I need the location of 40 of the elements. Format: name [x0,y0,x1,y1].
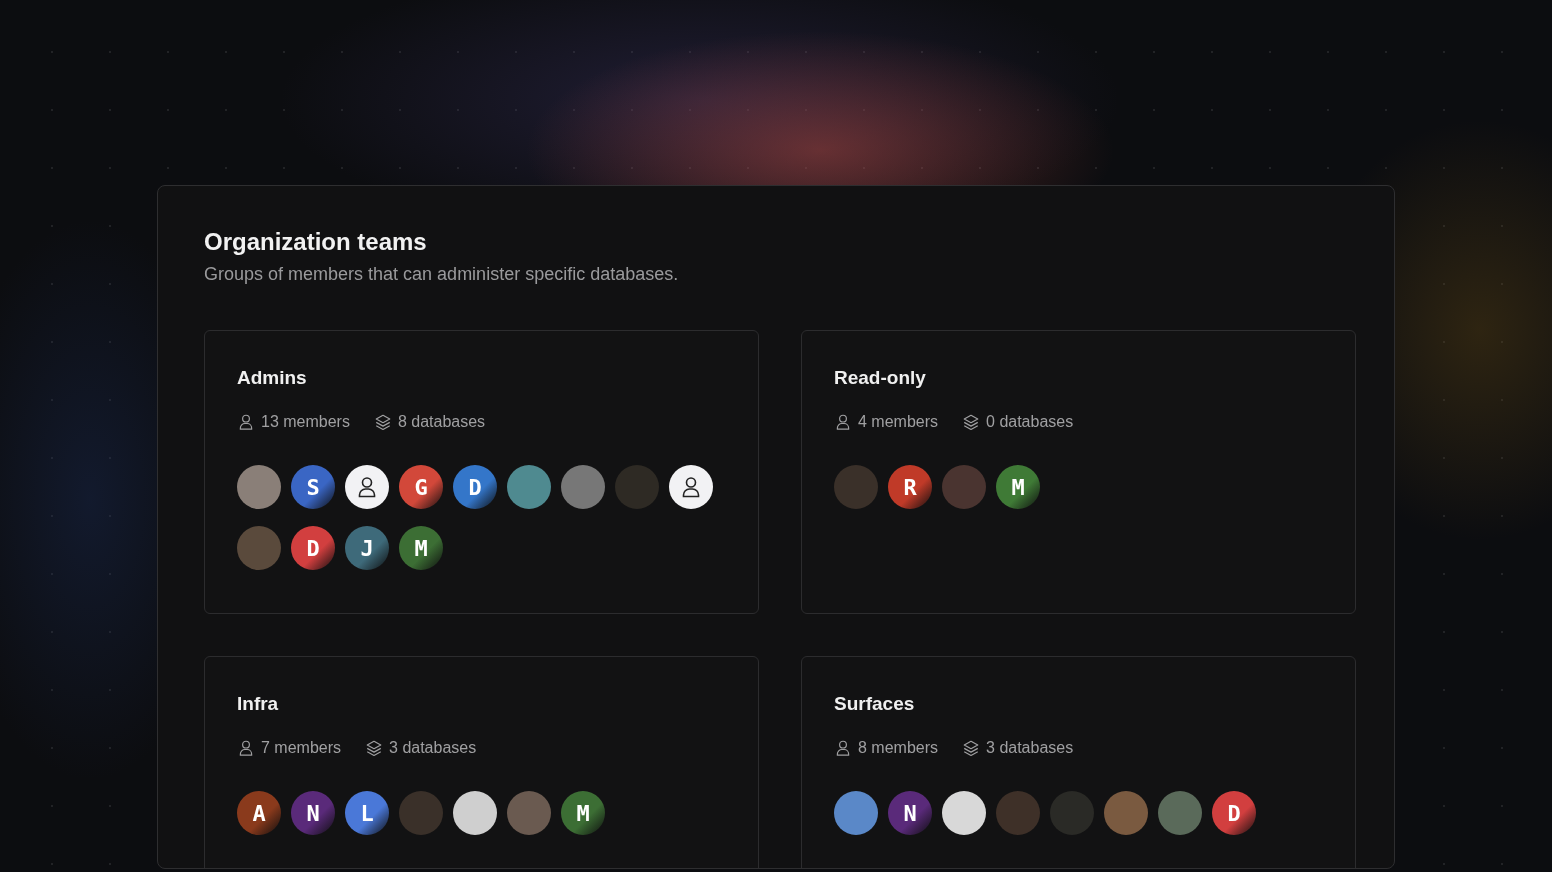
database-count: 3 databases [389,739,477,757]
team-card[interactable]: Infra 7 members 3 databases A N L M [204,656,759,868]
letter-avatar: R [888,465,932,509]
team-card[interactable]: Surfaces 8 members 3 databases N D [801,656,1356,868]
team-name: Surfaces [834,693,916,715]
panel-subtitle: Groups of members that can administer specific databases. [204,264,680,285]
member-count: 7 members [261,739,342,757]
database-count: 8 databases [397,413,486,431]
letter-avatar: A [237,791,281,835]
team-name: Admins [237,367,308,389]
team-name: Infra [237,693,280,715]
database-count: 0 databases [986,413,1074,431]
user-icon [834,739,852,757]
letter-avatar: M [996,465,1040,509]
user-icon [834,413,852,431]
letter-avatar: S [291,465,335,509]
layers-icon [365,739,384,757]
member-count: 4 members [858,413,939,431]
letter-avatar: G [399,465,443,509]
member-count: 8 members [858,739,939,757]
user-icon [237,739,255,757]
layers-icon [373,413,392,431]
letter-avatar: N [291,791,335,835]
team-card[interactable]: Admins 13 members 8 databases S G D D J M [204,330,759,614]
member-count: 13 members [261,413,350,431]
letter-avatar: D [453,465,497,509]
letter-avatar: J [345,526,389,570]
letter-avatar: D [1212,791,1256,835]
layers-icon [962,413,981,431]
database-count: 3 databases [986,739,1074,757]
team-card[interactable]: Read-only 4 members 0 databases R M [801,330,1356,614]
letter-avatar: D [291,526,335,570]
letter-avatar: M [399,526,443,570]
letter-avatar: L [345,791,389,835]
panel-title: Organization teams [204,228,428,256]
team-name: Read-only [834,367,927,389]
layers-icon [962,739,981,757]
letter-avatar: M [561,791,605,835]
letter-avatar: N [888,791,932,835]
user-icon [237,413,255,431]
